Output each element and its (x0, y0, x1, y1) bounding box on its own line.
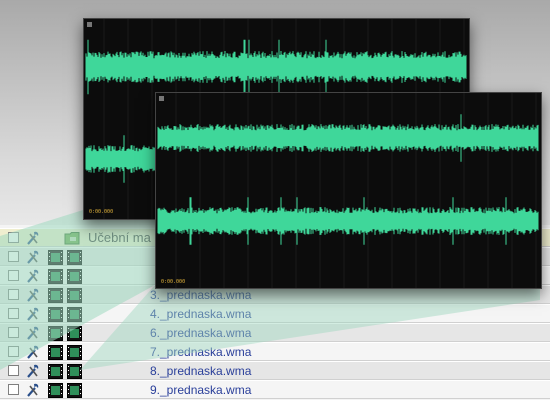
tools-icon[interactable] (25, 230, 41, 246)
film-icon[interactable] (48, 364, 63, 379)
file-name-link[interactable]: 3._prednaska.wma (150, 288, 251, 302)
checkbox[interactable] (8, 346, 19, 357)
tools-icon[interactable] (25, 344, 41, 360)
film-icon[interactable] (48, 326, 63, 341)
film-icon[interactable] (67, 326, 82, 341)
film-icon[interactable] (67, 307, 82, 322)
checkbox[interactable] (8, 365, 19, 376)
checkbox[interactable] (8, 270, 19, 281)
timecode-front: 0:00.000 (161, 279, 186, 285)
waveform-window-front: 0:00.000 (155, 92, 542, 289)
film-icon[interactable] (48, 307, 63, 322)
window-corner-marker (159, 96, 164, 101)
file-row[interactable]: 8._prednaska.wma (0, 361, 550, 380)
file-name-link[interactable]: 9._prednaska.wma (150, 383, 251, 397)
file-name-link[interactable]: 7._prednaska.wma (150, 345, 251, 359)
film-icon[interactable] (67, 345, 82, 360)
tools-icon[interactable] (25, 268, 41, 284)
timecode-back: 0:00.000 (89, 209, 114, 215)
film-icon[interactable] (67, 250, 82, 265)
checkbox[interactable] (8, 384, 19, 395)
checkbox[interactable] (8, 232, 19, 243)
film-icon[interactable] (48, 288, 63, 303)
file-row[interactable]: 7._prednaska.wma (0, 342, 550, 361)
film-icon[interactable] (67, 288, 82, 303)
file-row[interactable]: 9._prednaska.wma (0, 380, 550, 399)
checkbox[interactable] (8, 308, 19, 319)
file-name-link[interactable]: 6._prednaska.wma (150, 326, 251, 340)
film-icon[interactable] (67, 364, 82, 379)
file-name-link[interactable]: 8._prednaska.wma (150, 364, 251, 378)
film-icon[interactable] (67, 383, 82, 398)
file-row[interactable]: 6._prednaska.wma (0, 323, 550, 342)
file-name-link[interactable]: 4._prednaska.wma (150, 307, 251, 321)
checkbox[interactable] (8, 327, 19, 338)
checkbox[interactable] (8, 251, 19, 262)
tools-icon[interactable] (25, 363, 41, 379)
film-icon[interactable] (48, 269, 63, 284)
window-corner-marker (87, 22, 92, 27)
waveform-front (157, 93, 539, 288)
tools-icon[interactable] (25, 306, 41, 322)
tools-icon[interactable] (25, 287, 41, 303)
film-icon[interactable] (67, 269, 82, 284)
film-icon[interactable] (48, 345, 63, 360)
tools-icon[interactable] (25, 325, 41, 341)
folder-label[interactable]: Učební ma (88, 230, 151, 245)
checkbox[interactable] (8, 289, 19, 300)
film-icon[interactable] (48, 383, 63, 398)
folder-icon[interactable] (64, 231, 81, 245)
file-row[interactable]: 4._prednaska.wma (0, 304, 550, 323)
film-icon[interactable] (48, 250, 63, 265)
tools-icon[interactable] (25, 382, 41, 398)
tools-icon[interactable] (25, 249, 41, 265)
